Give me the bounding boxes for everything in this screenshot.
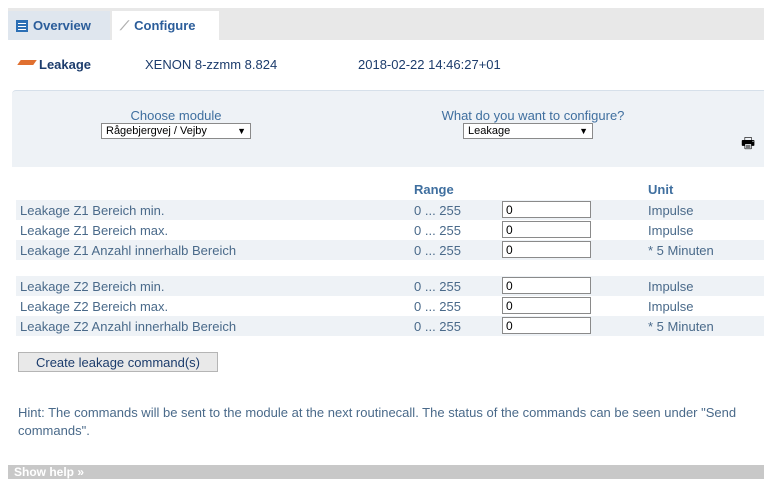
- row-unit: Impulse: [648, 203, 694, 218]
- table-row: Leakage Z2 Anzahl innerhalb Bereich 0 ..…: [16, 316, 764, 336]
- timestamp: 2018-02-22 14:46:27+01: [358, 57, 501, 72]
- row-range: 0 ... 255: [414, 299, 461, 314]
- module-select-value: Rågebjergvej / Vejby: [106, 125, 207, 137]
- configure-label: What do you want to configure?: [441, 108, 625, 123]
- row-unit: * 5 Minuten: [648, 319, 714, 334]
- row-unit: * 5 Minuten: [648, 243, 714, 258]
- row-unit: Impulse: [648, 279, 694, 294]
- create-leakage-command-button[interactable]: Create leakage command(s): [18, 352, 218, 372]
- row-range: 0 ... 255: [414, 279, 461, 294]
- row-range: 0 ... 255: [414, 203, 461, 218]
- value-input[interactable]: [502, 221, 591, 238]
- row-range: 0 ... 255: [414, 243, 461, 258]
- show-help-bar[interactable]: Show help »: [8, 465, 764, 479]
- configure-select[interactable]: Leakage ▼: [463, 123, 593, 139]
- module-select[interactable]: Rågebjergvej / Vejby ▼: [101, 123, 251, 139]
- row-range: 0 ... 255: [414, 223, 461, 238]
- tab-configure-label: Configure: [134, 18, 196, 33]
- tab-bar: Overview ⟋ Configure: [8, 8, 764, 40]
- row-label: Leakage Z1 Anzahl innerhalb Bereich: [20, 243, 237, 258]
- range-header: Range: [414, 182, 454, 197]
- row-label: Leakage Z2 Anzahl innerhalb Bereich: [20, 319, 237, 334]
- row-label: Leakage Z2 Bereich min.: [20, 279, 165, 294]
- row-label: Leakage Z2 Bereich max.: [20, 299, 169, 314]
- table-row: Leakage Z1 Anzahl innerhalb Bereich 0 ..…: [16, 240, 764, 260]
- unit-header: Unit: [648, 182, 674, 197]
- value-input[interactable]: [502, 277, 591, 294]
- table-row: Leakage Z2 Bereich max. 0 ... 255 Impuls…: [16, 296, 764, 316]
- device-info-bar: Leakage XENON 8-zzmm 8.824 2018-02-22 14…: [8, 40, 764, 84]
- tab-overview[interactable]: Overview: [8, 11, 110, 40]
- table-row: Leakage Z1 Bereich max. 0 ... 255 Impuls…: [16, 220, 764, 240]
- wrench-icon: ⟋: [120, 17, 130, 33]
- printer-icon[interactable]: 🖶: [741, 133, 755, 158]
- overview-icon: [16, 19, 28, 32]
- value-input[interactable]: [502, 297, 591, 314]
- table-row: Leakage Z1 Bereich min. 0 ... 255 Impuls…: [16, 200, 764, 220]
- tab-overview-label: Overview: [33, 18, 91, 33]
- chevron-down-icon: ▼: [579, 126, 588, 136]
- value-input[interactable]: [502, 201, 591, 218]
- row-unit: Impulse: [648, 223, 694, 238]
- table-row: Leakage Z2 Bereich min. 0 ... 255 Impuls…: [16, 276, 764, 296]
- pencil-icon: [17, 60, 37, 65]
- section-label: Leakage: [39, 57, 92, 72]
- row-label: Leakage Z1 Bereich min.: [20, 203, 165, 218]
- row-unit: Impulse: [648, 299, 694, 314]
- value-input[interactable]: [502, 241, 591, 258]
- row-label: Leakage Z1 Bereich max.: [20, 223, 169, 238]
- row-range: 0 ... 255: [414, 319, 461, 334]
- configure-select-value: Leakage: [468, 125, 511, 137]
- show-help-link[interactable]: Show help »: [14, 465, 84, 479]
- choose-module-label: Choose module: [130, 108, 222, 123]
- tab-configure[interactable]: ⟋ Configure: [112, 11, 219, 40]
- hint-text: Hint: The commands will be sent to the m…: [18, 405, 737, 438]
- value-input[interactable]: [502, 317, 591, 334]
- chevron-down-icon: ▼: [237, 126, 246, 136]
- device-name: XENON 8-zzmm 8.824: [145, 57, 278, 72]
